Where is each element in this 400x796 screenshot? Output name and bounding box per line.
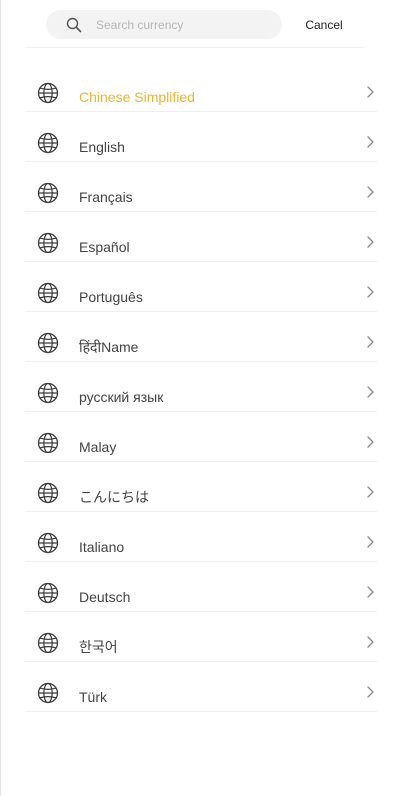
language-option[interactable]: こんにちは <box>25 462 377 512</box>
globe-icon <box>37 482 59 504</box>
globe-icon <box>37 432 59 454</box>
chevron-right-icon <box>367 686 374 698</box>
language-label: Chinese Simplified <box>79 89 195 105</box>
globe-icon <box>37 382 59 404</box>
language-label: Deutsch <box>79 589 131 605</box>
globe-icon <box>37 532 59 554</box>
chevron-right-icon <box>367 336 374 348</box>
language-option[interactable]: हिंदीName <box>25 312 377 362</box>
search-input[interactable] <box>96 14 271 35</box>
language-option[interactable]: Português <box>25 262 377 312</box>
globe-icon <box>37 182 59 204</box>
globe-icon <box>37 632 59 654</box>
language-option[interactable]: Deutsch <box>25 562 377 612</box>
language-label: Español <box>79 239 130 255</box>
language-list: Chinese Simplified English Français Español… <box>25 62 377 712</box>
language-label: Türk <box>79 689 107 705</box>
chevron-right-icon <box>367 436 374 448</box>
language-select-page: Cancel Chinese Simplified English Français… <box>0 0 400 796</box>
search-bar: Cancel <box>1 0 400 48</box>
language-label: 한국어 <box>79 639 118 655</box>
search-icon <box>66 17 82 33</box>
globe-icon <box>37 582 59 604</box>
language-option[interactable]: Italiano <box>25 512 377 562</box>
globe-icon <box>37 682 59 704</box>
language-option[interactable]: Français <box>25 162 377 212</box>
globe-icon <box>37 332 59 354</box>
language-option[interactable]: English <box>25 112 377 162</box>
language-label: こんにちは <box>79 489 149 505</box>
cancel-button[interactable]: Cancel <box>297 15 351 35</box>
chevron-right-icon <box>367 486 374 498</box>
language-label: Italiano <box>79 539 125 555</box>
language-label: Français <box>79 189 133 205</box>
language-option[interactable]: 한국어 <box>25 612 377 662</box>
chevron-right-icon <box>367 86 374 98</box>
globe-icon <box>37 82 59 104</box>
globe-icon <box>37 132 59 154</box>
header-divider <box>25 47 365 48</box>
globe-icon <box>37 282 59 304</box>
chevron-right-icon <box>367 536 374 548</box>
chevron-right-icon <box>367 136 374 148</box>
search-box[interactable] <box>46 10 282 39</box>
language-label: Malay <box>79 439 117 455</box>
language-label: English <box>79 139 125 155</box>
language-option[interactable]: русский язык <box>25 362 377 412</box>
chevron-right-icon <box>367 636 374 648</box>
chevron-right-icon <box>367 236 374 248</box>
chevron-right-icon <box>367 586 374 598</box>
language-option[interactable]: Türk <box>25 662 377 712</box>
chevron-right-icon <box>367 386 374 398</box>
globe-icon <box>37 232 59 254</box>
language-label: हिंदीName <box>79 339 139 355</box>
chevron-right-icon <box>367 186 374 198</box>
chevron-right-icon <box>367 286 374 298</box>
language-option[interactable]: Malay <box>25 412 377 462</box>
language-label: русский язык <box>79 389 164 405</box>
language-option[interactable]: Chinese Simplified <box>25 62 377 112</box>
language-label: Português <box>79 289 143 305</box>
language-option[interactable]: Español <box>25 212 377 262</box>
